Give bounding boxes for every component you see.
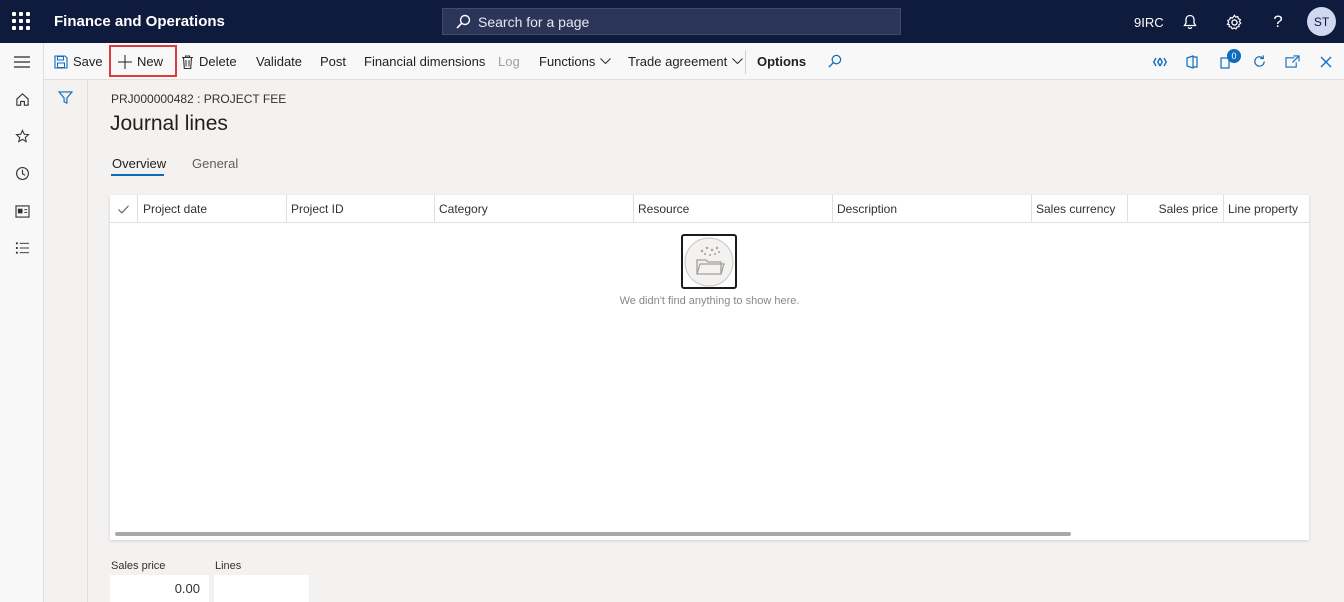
clock-icon[interactable] [12,163,32,183]
top-bar: Finance and Operations Search for a page… [0,0,1344,43]
active-tab-indicator [111,174,164,176]
tab-overview[interactable]: Overview [112,156,166,171]
hamburger-icon[interactable] [12,52,32,72]
help-icon[interactable]: ? [1268,12,1288,32]
column-category[interactable]: Category [434,195,634,223]
post-button[interactable]: Post [320,43,346,80]
page-title: Journal lines [110,112,228,135]
avatar[interactable]: ST [1307,7,1336,36]
trade-agreement-menu[interactable]: Trade agreement [628,43,744,80]
action-separator [745,50,746,74]
office-icon[interactable] [1186,43,1198,80]
chevron-down-icon [732,58,744,65]
action-search-icon[interactable] [827,43,842,80]
log-button[interactable]: Log [498,43,520,80]
bell-icon[interactable] [1180,12,1200,32]
trash-icon [181,54,194,69]
column-sales-price[interactable]: Sales price [1127,195,1224,223]
check-icon [118,204,129,214]
star-icon[interactable] [12,126,32,146]
filter-icon[interactable] [57,90,74,108]
close-icon[interactable] [1320,43,1332,80]
badge-icon[interactable]: 0 [1220,43,1241,80]
column-project-id[interactable]: Project ID [286,195,435,223]
gear-icon[interactable] [1224,12,1244,32]
select-all-checkbox[interactable] [110,195,138,223]
functions-menu[interactable]: Functions [539,43,612,80]
journal-lines-grid: Project date Project ID Category Resourc… [110,195,1309,540]
column-sales-currency[interactable]: Sales currency [1031,195,1128,223]
list-icon[interactable] [12,238,32,258]
search-placeholder: Search for a page [478,13,590,30]
app-title[interactable]: Finance and Operations [54,13,225,30]
company-picker[interactable]: 9IRC [1134,15,1164,30]
horizontal-scrollbar[interactable] [115,532,1071,536]
home-icon[interactable] [12,89,32,109]
validate-button[interactable]: Validate [256,43,302,80]
save-icon [54,54,68,69]
column-description[interactable]: Description [832,195,1032,223]
tab-general[interactable]: General [192,156,238,171]
sales-price-label: Sales price [111,560,166,572]
column-line-property[interactable]: Line property [1223,195,1309,223]
lines-label: Lines [215,560,242,572]
chevron-down-icon [600,58,612,65]
search-icon [456,14,471,29]
diamond-icon[interactable] [1153,43,1167,80]
notification-count-badge: 0 [1227,49,1241,63]
filter-pane [44,80,88,602]
record-caption: PRJ000000482 : PROJECT FEE [111,92,287,106]
column-project-date[interactable]: Project date [138,195,287,223]
save-button[interactable]: Save [54,43,103,80]
empty-state-message: We didn't find anything to show here. [619,295,800,307]
lines-field [214,575,309,602]
financial-dimensions-button[interactable]: Financial dimensions [364,43,485,80]
app-launcher-icon[interactable] [12,12,30,30]
new-button[interactable]: New [118,43,163,80]
column-resource[interactable]: Resource [633,195,833,223]
empty-folder-icon [681,234,737,289]
workspace-icon[interactable] [12,201,32,221]
options-button[interactable]: Options [757,43,806,80]
open-new-icon[interactable] [1285,43,1300,80]
search-input[interactable]: Search for a page [442,8,901,35]
plus-icon [118,54,132,69]
left-navigation [0,43,44,602]
delete-button[interactable]: Delete [181,43,237,80]
refresh-icon[interactable] [1252,43,1267,80]
action-pane: Save New Delete Validate Post Financial … [44,43,1344,80]
sales-price-field: 0.00 [110,575,209,602]
grid-header: Project date Project ID Category Resourc… [110,195,1309,223]
